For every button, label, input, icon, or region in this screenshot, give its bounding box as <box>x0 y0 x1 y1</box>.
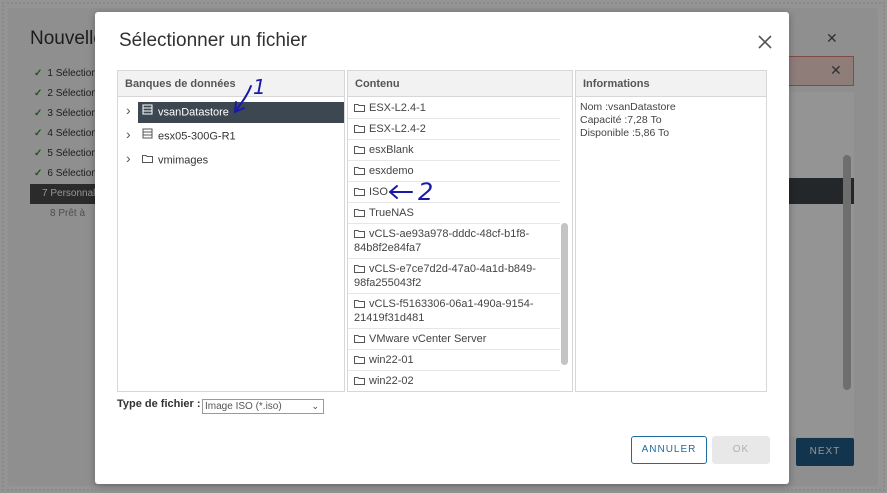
info-header: Informations <box>576 71 766 97</box>
content-list-item[interactable]: esxdemo <box>348 161 560 182</box>
datastore-icon <box>142 126 154 147</box>
chevron-right-icon[interactable]: › <box>126 148 138 169</box>
content-item-label: ESX-L2.4-2 <box>369 123 426 135</box>
folder-icon <box>354 263 365 273</box>
content-list-item[interactable]: VMware vCenter Server <box>348 329 560 350</box>
content-pane: Contenu ESX-L2.4-1 ESX-L2.4-2 esxBlank esxd… <box>347 70 573 392</box>
datastore-item-body[interactable]: vmimages <box>138 150 212 171</box>
content-item-label: TrueNAS <box>369 207 414 219</box>
folder-icon <box>354 186 365 196</box>
content-list-item[interactable]: win22-02 <box>348 371 560 391</box>
content-item-label: vCLS-e7ce7d2d-47a0-4a1d-b849-98fa255043f… <box>354 263 536 289</box>
content-scrollbar[interactable] <box>561 223 568 365</box>
info-details: Nom :vsanDatastore Capacité :7,28 To Dispo… <box>576 97 766 144</box>
datastore-tree: › vsanDatastore › esx05-300G-R1 › vmimages <box>118 100 344 169</box>
chevron-right-icon[interactable]: › <box>126 100 138 121</box>
folder-icon <box>354 123 365 133</box>
info-line: Capacité :7,28 To <box>580 114 662 126</box>
folder-icon <box>354 354 365 364</box>
content-item-label: vCLS-f5163306-06a1-490a-9154-21419f31d48… <box>354 298 534 324</box>
content-list-item[interactable]: win22-01 <box>348 350 560 371</box>
datastore-item-body[interactable]: vsanDatastore <box>138 101 344 123</box>
datastore-item-label: vmimages <box>158 154 209 166</box>
cancel-button[interactable]: ANNULER <box>631 436 707 464</box>
chevron-down-icon: ⌄ <box>311 401 319 411</box>
content-list-item[interactable]: vCLS-e7ce7d2d-47a0-4a1d-b849-98fa255043f… <box>348 259 560 294</box>
datastores-pane: Banques de données › vsanDatastore › esx05-… <box>117 70 345 392</box>
content-header: Contenu <box>348 71 572 97</box>
info-line: Nom :vsanDatastore <box>580 101 676 113</box>
datastore-item-label: esx05-300G-R1 <box>158 130 236 142</box>
content-item-label: esxBlank <box>369 144 414 156</box>
content-item-label: win22-01 <box>369 354 414 366</box>
content-item-label: ESX-L2.4-1 <box>369 102 426 114</box>
content-list-item[interactable]: ISO <box>348 182 560 203</box>
folder-icon <box>354 165 365 175</box>
datastore-icon <box>142 102 154 123</box>
datastore-item[interactable]: › esx05-300G-R1 <box>118 124 344 145</box>
content-list-item[interactable]: TrueNAS <box>348 203 560 224</box>
folder-icon <box>354 102 365 112</box>
folder-icon <box>354 375 365 385</box>
content-item-label: ISO <box>369 186 388 198</box>
folder-icon <box>354 298 365 308</box>
ok-button[interactable]: OK <box>712 436 770 464</box>
content-list-item[interactable]: vCLS-ae93a978-dddc-48cf-b1f8-84b8f2e84fa… <box>348 224 560 259</box>
chevron-right-icon[interactable]: › <box>126 124 138 145</box>
folder-icon <box>142 150 154 171</box>
datastore-item[interactable]: › vsanDatastore <box>118 100 344 123</box>
content-list-item[interactable]: vCLS-f5163306-06a1-490a-9154-21419f31d48… <box>348 294 560 329</box>
datastore-item[interactable]: › vmimages <box>118 148 344 169</box>
dialog-title: Sélectionner un fichier <box>119 30 307 51</box>
file-type-label: Type de fichier : <box>117 398 201 410</box>
select-file-dialog: Sélectionner un fichier Banques de donné… <box>95 12 789 484</box>
content-item-label: VMware vCenter Server <box>369 333 487 345</box>
datastore-item-label: vsanDatastore <box>158 106 229 118</box>
content-item-label: esxdemo <box>369 165 414 177</box>
content-list-item[interactable]: ESX-L2.4-1 <box>348 98 560 119</box>
file-type-select[interactable]: Image ISO (*.iso) ⌄ <box>202 399 324 414</box>
info-line: Disponible :5,86 To <box>580 127 670 139</box>
info-pane: Informations Nom :vsanDatastore Capacité … <box>575 70 767 392</box>
datastore-item-body[interactable]: esx05-300G-R1 <box>138 126 240 147</box>
folder-icon <box>354 333 365 343</box>
content-item-label: win22-02 <box>369 375 414 387</box>
datastores-header: Banques de données <box>118 71 344 97</box>
folder-icon <box>354 144 365 154</box>
content-list: ESX-L2.4-1 ESX-L2.4-2 esxBlank esxdemo ISO Tr… <box>348 98 560 391</box>
close-icon[interactable] <box>755 32 775 52</box>
content-item-label: vCLS-ae93a978-dddc-48cf-b1f8-84b8f2e84fa… <box>354 228 530 254</box>
folder-icon <box>354 207 365 217</box>
folder-icon <box>354 228 365 238</box>
content-list-item[interactable]: ESX-L2.4-2 <box>348 119 560 140</box>
file-type-value: Image ISO (*.iso) <box>205 401 282 412</box>
content-list-item[interactable]: esxBlank <box>348 140 560 161</box>
